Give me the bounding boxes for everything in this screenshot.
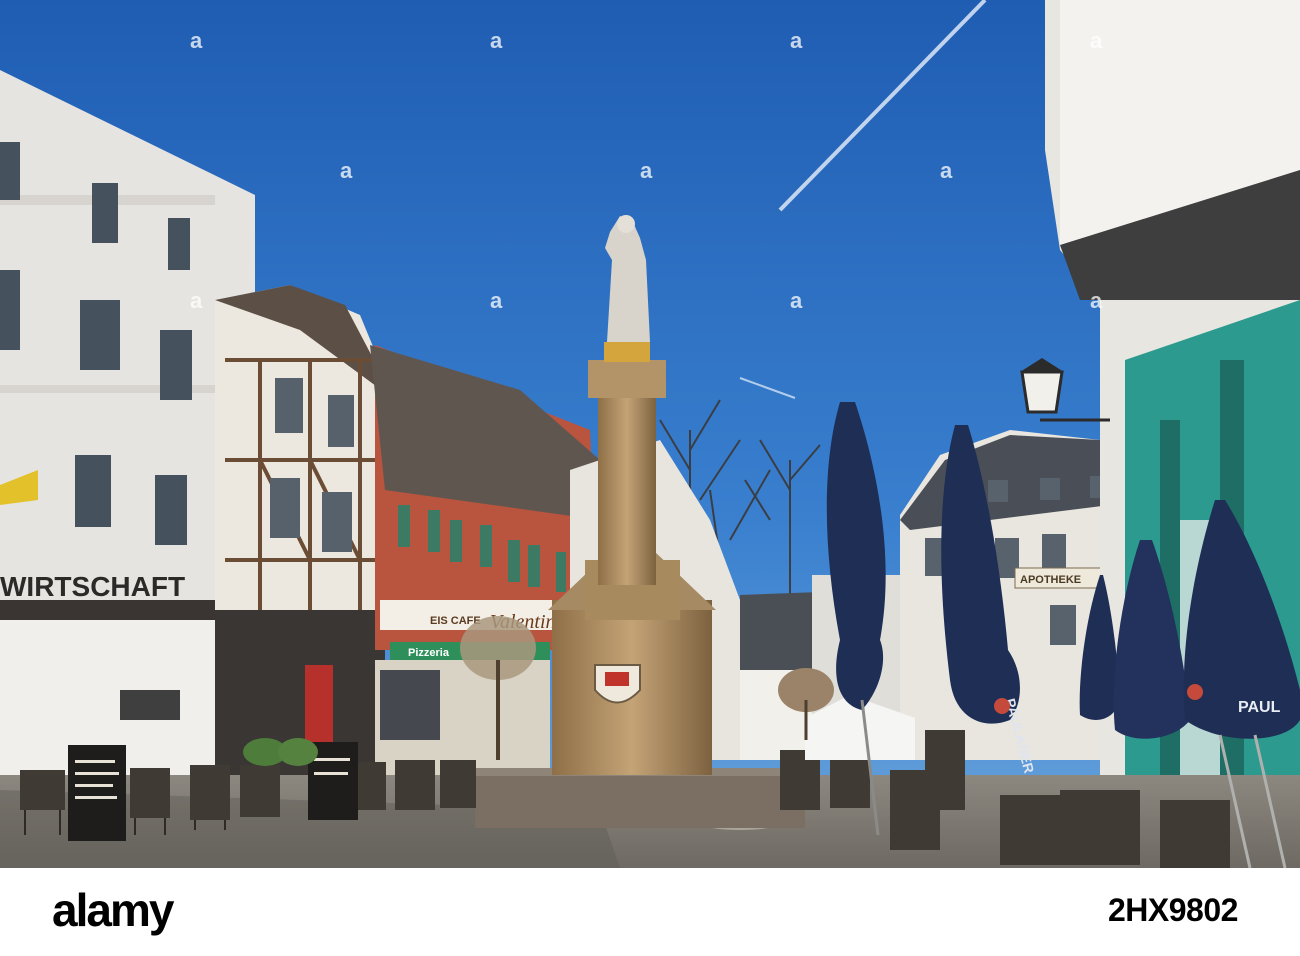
watermark-glyph: a [490,288,503,313]
column-shaft [598,395,656,585]
watermark-glyph: a [1090,288,1103,313]
photo-id: 2HX9802 [1108,892,1238,928]
watermark-glyph: a [1090,28,1103,53]
apotheke-sign: APOTHEKE [1020,574,1081,586]
shop-window-left [120,690,180,720]
paulaner-logo [994,698,1010,714]
awning-left [0,600,215,620]
gilded-pedestal [604,342,650,362]
watermark-glyph: a [190,28,203,53]
cafe-window [380,670,440,740]
watermark-glyph: a [640,158,653,183]
paul-text-umbrella: PAUL [1238,699,1281,716]
watermark-glyph: a [940,158,953,183]
watermark-glyph: a [790,288,803,313]
watermark-glyph: a [490,28,503,53]
pizzeria-sign: Pizzeria [408,647,450,659]
photo-scene: WIRTSCHAFT EIS CAFE Valentino Pizzeria A… [0,0,1300,868]
alamy-logo: alamy [52,884,174,936]
wirtschaft-sign: WIRTSCHAFT [0,571,185,602]
watermark-glyph: a [190,288,203,313]
fountain-basin [475,770,805,828]
half-timbered-house [215,285,395,640]
watermark-glyph: a [340,158,353,183]
stock-banner [0,868,1300,956]
town-square-photo: WIRTSCHAFT EIS CAFE Valentino Pizzeria A… [0,0,1300,868]
paulaner-logo-2 [1187,684,1203,700]
watermark-glyph: a [790,28,803,53]
red-door [305,665,333,745]
